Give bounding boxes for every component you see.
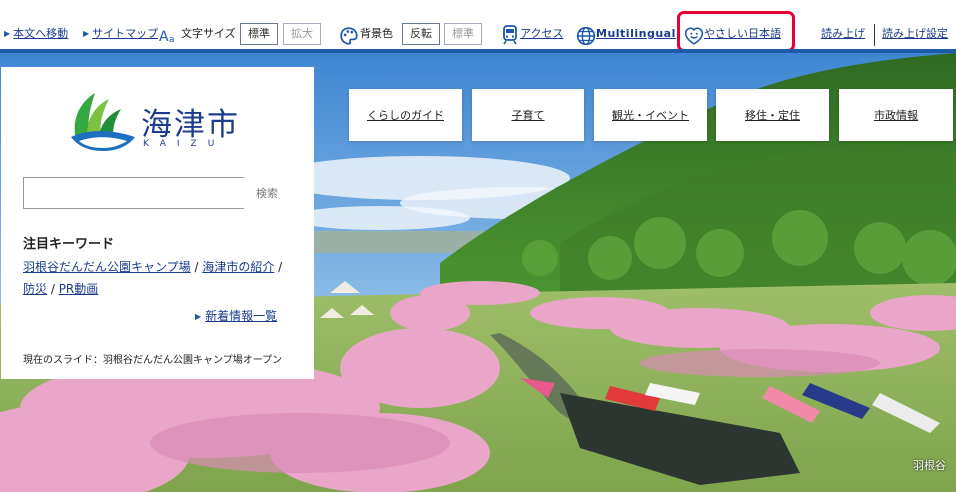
triangle-right-icon: ▶: [4, 29, 11, 38]
news-list-label: 新着情報一覧: [205, 309, 278, 323]
keyword-link-camp[interactable]: 羽根谷だんだん公園キャンプ場: [23, 260, 191, 274]
keyword-separator: /: [274, 260, 283, 274]
read-aloud-settings-link[interactable]: 読み上げ設定: [882, 27, 948, 41]
background-color-label: 背景色: [360, 27, 393, 40]
access-link[interactable]: アクセス: [520, 27, 563, 41]
keyword-separator: /: [47, 282, 59, 296]
skip-to-content-link[interactable]: ▶ 本文へ移動: [4, 27, 68, 41]
globe-icon: [576, 26, 596, 46]
sitemap-link[interactable]: ▶ サイトマップ: [83, 27, 158, 41]
search-button[interactable]: 検索: [244, 177, 304, 209]
city-logo[interactable]: 海津市 KAIZU: [69, 89, 245, 155]
background-standard-button[interactable]: 標準: [444, 23, 482, 45]
svg-text:A: A: [159, 29, 169, 45]
keyword-separator: /: [190, 260, 203, 274]
current-slide-status: 現在のスライド：羽根谷だんだん公園キャンプ場オープン: [23, 355, 283, 366]
nav-life-guide[interactable]: くらしのガイド: [349, 89, 462, 141]
easy-japanese-highlight-box: [677, 11, 795, 52]
font-size-icon: A a: [159, 29, 175, 45]
keyword-link-city-intro[interactable]: 海津市の紹介: [202, 260, 274, 274]
nav-tourism-events[interactable]: 観光・イベント: [594, 89, 707, 141]
featured-keywords-heading: 注目キーワード: [23, 237, 115, 252]
city-name-roman: KAIZU: [143, 139, 226, 149]
read-aloud-link[interactable]: 読み上げ: [821, 27, 865, 41]
triangle-right-icon: ▶: [83, 29, 90, 38]
city-name-kanji: 海津市: [141, 107, 240, 143]
font-size-enlarge-button[interactable]: 拡大: [283, 23, 321, 45]
palette-icon: [340, 27, 358, 45]
news-list-link[interactable]: ▶ 新着情報一覧: [195, 307, 277, 324]
train-icon: [503, 25, 517, 45]
nav-relocation[interactable]: 移住・定住: [716, 89, 829, 141]
multilingual-link[interactable]: Multilingual: [596, 27, 676, 41]
triangle-right-icon: ▶: [195, 312, 202, 321]
site-info-panel: 海津市 KAIZU 検索 注目キーワード 羽根谷だんだん公園キャンプ場 / 海津…: [1, 67, 314, 379]
background-invert-button[interactable]: 反転: [402, 23, 440, 45]
sitemap-label: サイトマップ: [92, 27, 159, 40]
font-size-label: 文字サイズ: [181, 27, 236, 40]
utility-bar: ▶ 本文へ移動 ▶ サイトマップ A a 文字サイズ 標準 拡大 背景色 反転 標準…: [0, 0, 956, 52]
font-size-standard-button[interactable]: 標準: [240, 23, 278, 45]
featured-keywords-list: 羽根谷だんだん公園キャンプ場 / 海津市の紹介 / 防災 / PR動画: [23, 256, 293, 300]
keyword-link-pr-video[interactable]: PR動画: [59, 282, 99, 296]
search-input[interactable]: [23, 177, 244, 209]
skip-to-content-label: 本文へ移動: [13, 27, 69, 40]
nav-childcare[interactable]: 子育て: [472, 89, 584, 141]
keyword-link-disaster-prevention[interactable]: 防災: [23, 282, 47, 296]
kaizu-emblem-icon: [71, 93, 135, 151]
toolbar-divider: [874, 24, 875, 46]
photo-caption: 羽根谷: [913, 459, 946, 472]
svg-text:a: a: [169, 35, 175, 45]
nav-city-administration[interactable]: 市政情報: [839, 89, 953, 141]
